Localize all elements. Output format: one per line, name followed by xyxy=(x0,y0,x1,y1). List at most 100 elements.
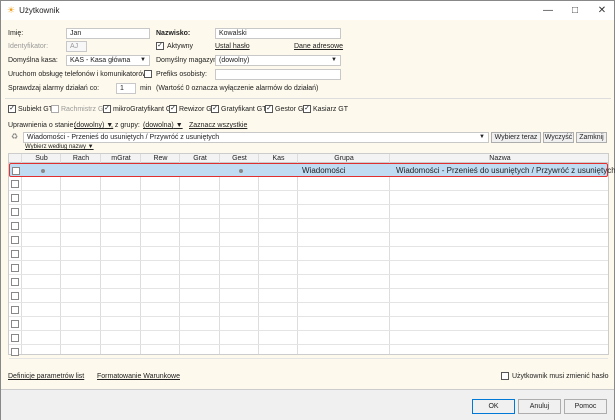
user-dialog: ☀ Użytkownik — □ ✕ Imię: Jan Nazwisko: K… xyxy=(0,0,615,420)
imie-label: Imię: xyxy=(8,30,24,37)
table-row[interactable] xyxy=(9,289,608,303)
row-checkbox[interactable] xyxy=(11,264,19,272)
ok-button[interactable]: OK xyxy=(472,399,515,414)
table-row[interactable] xyxy=(9,303,608,317)
close-button[interactable]: ✕ xyxy=(589,3,615,18)
table-row[interactable] xyxy=(9,345,608,359)
table-row[interactable] xyxy=(9,177,608,191)
module-label: Kasiarz GT xyxy=(313,106,349,113)
permission-dot-sub xyxy=(40,169,45,173)
module-checkbox[interactable]: ✓ xyxy=(211,105,219,113)
column-header-mgrat[interactable]: mGrat xyxy=(101,154,141,163)
column-header-sub[interactable]: Sub xyxy=(22,154,61,163)
musi-zmienic-checkbox[interactable] xyxy=(501,372,509,380)
definicje-link[interactable]: Definicje parametrów list xyxy=(8,373,84,380)
table-row[interactable] xyxy=(9,331,608,345)
row-checkbox[interactable] xyxy=(11,208,19,216)
column-header-kas[interactable]: Kas xyxy=(259,154,298,163)
grid-header: Sub Rach mGrat Rew Grat Gest Kas Grupa Nazwa xyxy=(9,154,608,163)
table-row[interactable] xyxy=(9,275,608,289)
wybierz-wg-label: Wybierz według nazwy xyxy=(25,144,86,150)
table-row[interactable] xyxy=(9,191,608,205)
module-label: Rachmistrz GT xyxy=(61,106,108,113)
table-row[interactable]: Wiadomości Wiadomości - Przenieś do usuni… xyxy=(9,163,615,177)
row-checkbox[interactable] xyxy=(11,222,19,230)
column-header-nazwa[interactable]: Nazwa xyxy=(390,154,610,163)
formatowanie-link[interactable]: Formatowanie Warunkowe xyxy=(97,373,180,380)
alarmy-input[interactable]: 1 xyxy=(116,83,136,94)
alarmy-label: Sprawdzaj alarmy działań co: xyxy=(8,85,100,92)
button-bar: OK Anuluj Pomoc xyxy=(1,389,614,420)
table-row[interactable] xyxy=(9,219,608,233)
anuluj-button[interactable]: Anuluj xyxy=(518,399,561,414)
telefony-checkbox[interactable] xyxy=(144,70,152,78)
table-row[interactable] xyxy=(9,205,608,219)
grupa-label: , z grupy: xyxy=(111,122,140,129)
window-title: Użytkownik xyxy=(19,6,60,15)
column-header-rach[interactable]: Rach xyxy=(61,154,101,163)
row-checkbox[interactable] xyxy=(11,320,19,328)
table-row[interactable] xyxy=(9,247,608,261)
alarmy-unit: min xyxy=(140,85,152,92)
row-checkbox[interactable] xyxy=(11,348,19,356)
module-checkbox[interactable]: ✓ xyxy=(103,105,111,113)
stan-label: Uprawnienia o stanie: xyxy=(8,122,76,129)
imie-input[interactable]: Jan xyxy=(66,28,150,39)
eraser-icon[interactable]: ♻ xyxy=(11,132,18,141)
table-row[interactable] xyxy=(9,317,608,331)
telefony-label: Uruchom obsługę telefonów i komunikatoró… xyxy=(8,71,148,78)
grupa-value: (dowolna) xyxy=(143,122,174,129)
column-header-grupa[interactable]: Grupa xyxy=(298,154,390,163)
minimize-button[interactable]: — xyxy=(535,3,561,18)
app-sun-icon: ☀ xyxy=(7,5,16,15)
wyczysc-button[interactable]: Wyczyść xyxy=(543,132,574,143)
module-checkbox[interactable]: ✓ xyxy=(169,105,177,113)
row-checkbox[interactable] xyxy=(11,292,19,300)
maximize-button[interactable]: □ xyxy=(562,3,588,18)
row-checkbox[interactable] xyxy=(11,334,19,342)
table-row[interactable] xyxy=(9,233,608,247)
module-label: Subiekt GT xyxy=(18,106,54,113)
zaznacz-wszystkie-link[interactable]: Zaznacz wszystkie xyxy=(189,122,247,129)
magazyn-select[interactable]: (dowolny) xyxy=(215,55,341,66)
wybierz-wg-nazwy-dropdown[interactable]: Wybierz według nazwy ▼ xyxy=(25,144,94,150)
stan-value: (dowolny) xyxy=(74,122,105,129)
row-checkbox[interactable] xyxy=(11,278,19,286)
dane-adresowe-link[interactable]: Dane adresowe xyxy=(294,43,343,50)
row-checkbox[interactable] xyxy=(12,167,20,175)
grupa-dropdown[interactable]: (dowolna) ▼ xyxy=(143,122,183,129)
divider xyxy=(5,98,611,99)
ustal-haslo-link[interactable]: Ustal hasło xyxy=(215,43,250,50)
column-header-rew[interactable]: Rew xyxy=(141,154,180,163)
cell-nazwa: Wiadomości - Przenieś do usuniętych / Pr… xyxy=(396,166,615,175)
musi-zmienic-label: Użytkownik musi zmienić hasło xyxy=(512,373,609,380)
magazyn-label: Domyślny magazyn: xyxy=(156,57,220,64)
module-checkbox[interactable]: ✓ xyxy=(265,105,273,113)
identyfikator-input: AJ xyxy=(66,41,87,52)
search-combo[interactable]: Wiadomości - Przenieś do usuniętych / Pr… xyxy=(23,132,489,143)
module-checkbox[interactable]: ✓ xyxy=(8,105,16,113)
row-checkbox[interactable] xyxy=(11,306,19,314)
module-checkbox[interactable]: ✓ xyxy=(303,105,311,113)
stan-dropdown[interactable]: (dowolny) ▼ xyxy=(74,122,113,129)
prefiks-input[interactable] xyxy=(215,69,341,80)
column-header-grat[interactable]: Grat xyxy=(180,154,220,163)
row-checkbox[interactable] xyxy=(11,180,19,188)
zamknij-button[interactable]: Zamknij xyxy=(576,132,607,143)
row-checkbox[interactable] xyxy=(11,250,19,258)
wybierz-teraz-button[interactable]: Wybierz teraz xyxy=(491,132,541,143)
nazwisko-input[interactable]: Kowalski xyxy=(215,28,341,39)
column-header-gest[interactable]: Gest xyxy=(220,154,259,163)
table-row[interactable] xyxy=(9,261,608,275)
kasa-label: Domyślna kasa: xyxy=(8,57,58,64)
row-checkbox[interactable] xyxy=(11,194,19,202)
module-label: mikroGratyfikant GT xyxy=(113,106,176,113)
pomoc-button[interactable]: Pomoc xyxy=(564,399,607,414)
aktywny-label: Aktywny xyxy=(167,43,194,50)
aktywny-checkbox[interactable]: ✓ xyxy=(156,42,164,50)
module-label: Gratyfikant GT xyxy=(221,106,267,113)
row-checkbox[interactable] xyxy=(11,236,19,244)
kasa-select[interactable]: KAS - Kasa główna xyxy=(66,55,150,66)
module-checkbox xyxy=(51,105,59,113)
nazwisko-label: Nazwisko: xyxy=(156,30,191,37)
